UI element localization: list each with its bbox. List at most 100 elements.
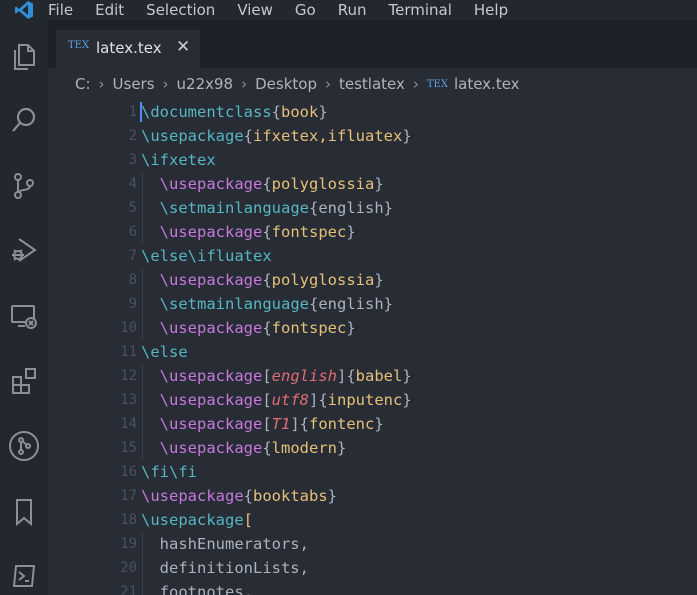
code-token: english <box>318 295 384 313</box>
code-token: \fi\fi <box>141 463 197 481</box>
code-line[interactable]: 3 \ifxetex <box>48 148 697 172</box>
code-token: } <box>374 271 384 289</box>
terminal-icon[interactable] <box>8 560 40 592</box>
code-editor[interactable]: 1 \documentclass{book} 2 \usepackage{ifxete… <box>48 100 697 595</box>
menu-edit[interactable]: Edit <box>95 0 124 20</box>
code-token: \usepackage <box>159 319 263 337</box>
code-token: [ <box>262 415 272 433</box>
code-text: \usepackage[english]{babel} <box>141 364 412 388</box>
menu-run[interactable]: Run <box>338 0 367 20</box>
code-line[interactable]: 1 \documentclass{book} <box>48 100 697 124</box>
code-text: \setmainlanguage{english} <box>141 196 393 220</box>
remote-explorer-icon[interactable] <box>8 300 40 332</box>
vscode-logo-icon[interactable] <box>0 0 48 20</box>
breadcrumb-desktop[interactable]: Desktop <box>255 75 317 93</box>
code-line[interactable]: 21 footnotes, <box>48 580 697 595</box>
breadcrumb-file[interactable]: latex.tex <box>454 75 520 93</box>
code-token: \usepackage <box>141 127 244 145</box>
code-text: definitionLists, <box>141 556 309 580</box>
code-token: } <box>383 295 393 313</box>
code-token: \ifxetex <box>141 151 216 169</box>
explorer-icon[interactable] <box>8 40 40 72</box>
breadcrumb-drive[interactable]: C: <box>75 75 91 93</box>
code-line[interactable]: 14 \usepackage[T1]{fontenc} <box>48 412 697 436</box>
menu-view[interactable]: View <box>237 0 273 20</box>
code-line[interactable]: 7 \else\ifluatex <box>48 244 697 268</box>
code-token: hashEnumerators, <box>141 535 309 553</box>
code-token: english <box>271 367 337 385</box>
code-text: \usepackage{booktabs} <box>141 484 337 508</box>
extensions-icon[interactable] <box>8 365 40 397</box>
close-icon[interactable]: ✕ <box>176 37 190 57</box>
code-line[interactable]: 12 \usepackage[english]{babel} <box>48 364 697 388</box>
code-token: \usepackage <box>159 223 263 241</box>
code-token: { <box>262 319 272 337</box>
code-token: T1 <box>271 415 291 433</box>
code-text: \usepackage[utf8]{inputenc} <box>141 388 412 412</box>
text-cursor <box>140 102 142 122</box>
code-line[interactable]: 16 \fi\fi <box>48 460 697 484</box>
code-token: \usepackage <box>141 511 244 529</box>
run-debug-icon[interactable] <box>8 234 40 266</box>
code-token: footnotes, <box>141 583 253 595</box>
code-text: \usepackage[ <box>141 508 253 532</box>
search-icon[interactable] <box>8 104 40 136</box>
breadcrumb-users[interactable]: Users <box>113 75 155 93</box>
line-number: 11 <box>120 344 137 360</box>
code-token: } <box>402 367 412 385</box>
line-number: 1 <box>128 104 137 120</box>
code-line[interactable]: 18 \usepackage[ <box>48 508 697 532</box>
code-token: book <box>281 103 319 121</box>
source-control-icon[interactable] <box>8 170 40 202</box>
code-token: } <box>374 175 384 193</box>
code-text: \usepackage{fontspec} <box>141 316 356 340</box>
code-line[interactable]: 4 \usepackage{polyglossia} <box>48 172 697 196</box>
code-token: } <box>383 199 393 217</box>
code-token: } <box>337 439 347 457</box>
line-number: 2 <box>128 128 137 144</box>
code-line[interactable]: 9 \setmainlanguage{english} <box>48 292 697 316</box>
bookmarks-icon[interactable] <box>8 496 40 528</box>
code-text: \ifxetex <box>141 148 216 172</box>
code-line[interactable]: 8 \usepackage{polyglossia} <box>48 268 697 292</box>
line-number: 10 <box>120 320 137 336</box>
git-graph-icon[interactable] <box>8 430 40 462</box>
tab-latex-tex[interactable]: TEX latex.tex ✕ <box>56 30 200 68</box>
line-number: 5 <box>128 200 137 216</box>
code-line[interactable]: 2 \usepackage{ifxetex,ifluatex} <box>48 124 697 148</box>
code-line[interactable]: 17 \usepackage{booktabs} <box>48 484 697 508</box>
code-text: \usepackage{fontspec} <box>141 220 356 244</box>
code-token: \usepackage <box>159 367 263 385</box>
code-text: \usepackage{ifxetex,ifluatex} <box>141 124 412 148</box>
code-line[interactable]: 5 \setmainlanguage{english} <box>48 196 697 220</box>
code-token: { <box>243 127 253 145</box>
code-line[interactable]: 15 \usepackage{lmodern} <box>48 436 697 460</box>
code-line[interactable]: 11 \else <box>48 340 697 364</box>
code-line[interactable]: 20 definitionLists, <box>48 556 697 580</box>
line-number: 4 <box>128 176 137 192</box>
code-token: fontenc <box>309 415 375 433</box>
code-line[interactable]: 13 \usepackage[utf8]{inputenc} <box>48 388 697 412</box>
menu-selection[interactable]: Selection <box>146 0 215 20</box>
menu-help[interactable]: Help <box>474 0 508 20</box>
breadcrumb-user[interactable]: u22x98 <box>177 75 234 93</box>
menu-go[interactable]: Go <box>295 0 316 20</box>
code-text: hashEnumerators, <box>141 532 309 556</box>
menu-terminal[interactable]: Terminal <box>389 0 452 20</box>
menu-file[interactable]: File <box>48 0 73 20</box>
code-token: { <box>308 199 319 217</box>
code-token: \setmainlanguage <box>159 295 309 313</box>
code-line[interactable]: 10 \usepackage{fontspec} <box>48 316 697 340</box>
breadcrumb-folder[interactable]: testlatex <box>339 75 405 93</box>
code-token: { <box>308 295 319 313</box>
code-token: } <box>346 223 356 241</box>
code-line[interactable]: 19 hashEnumerators, <box>48 532 697 556</box>
line-number: 18 <box>120 512 137 528</box>
chevron-right-icon: › <box>241 75 248 93</box>
code-line[interactable]: 6 \usepackage{fontspec} <box>48 220 697 244</box>
